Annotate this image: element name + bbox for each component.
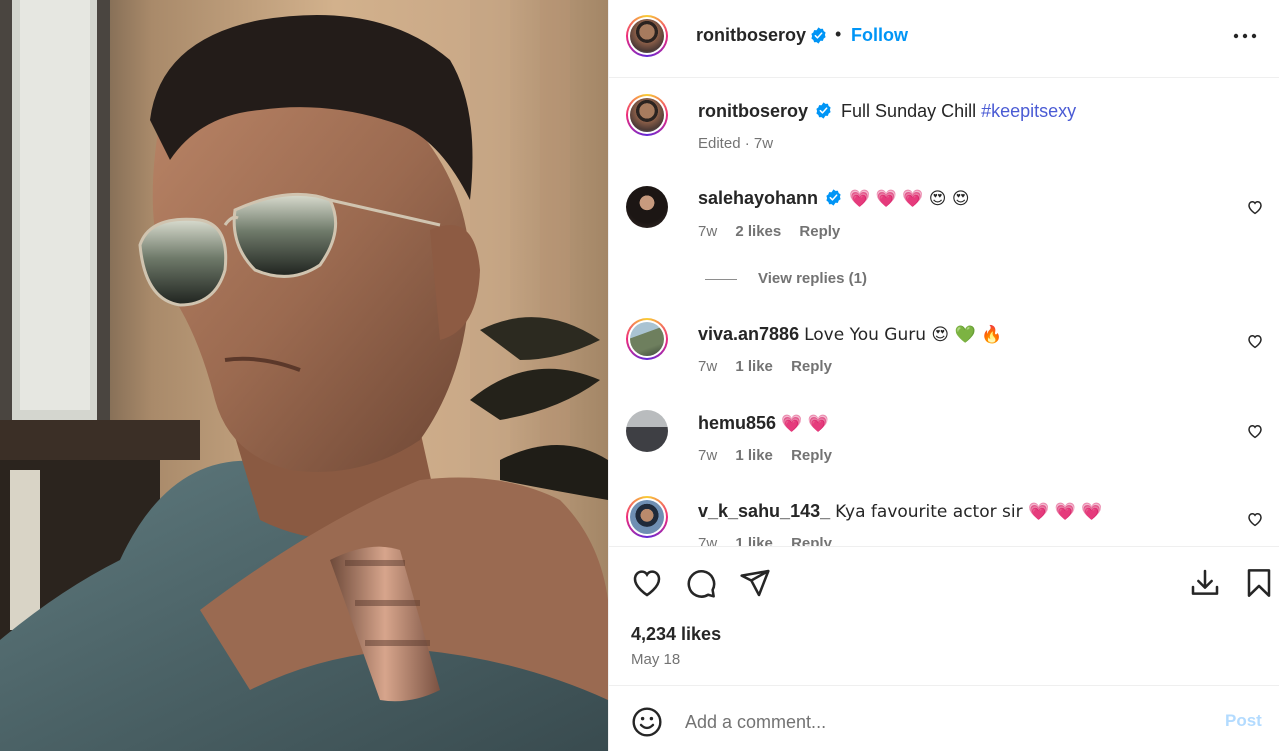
comment-text: v_k_sahu_143_ Kya favourite actor sir 💗 … <box>698 500 1102 523</box>
comment-avatar[interactable] <box>626 318 668 360</box>
comment-icon[interactable] <box>685 567 717 599</box>
comment-text: hemu856 💗 💗 <box>698 412 829 435</box>
caption-meta: Edited · 7w <box>698 135 774 152</box>
post-actions: 4,234 likes May 18 <box>609 546 1279 686</box>
caption-text: ronitboseroy Full Sunday Chill #keepitse… <box>698 100 1076 122</box>
post-header: ronitboseroy • Follow <box>609 0 1279 78</box>
caption-body: Full Sunday Chill <box>841 101 977 121</box>
view-replies-button[interactable]: View replies (1) <box>758 270 867 287</box>
likes-count[interactable]: 4,234 likes <box>631 624 721 645</box>
comment-avatar[interactable] <box>626 496 668 538</box>
comment-body: 💗 💗 💗 😍 😍 <box>849 189 970 209</box>
caption-username[interactable]: ronitboseroy <box>698 101 808 121</box>
reply-button[interactable]: Reply <box>791 447 832 464</box>
reply-button[interactable]: Reply <box>791 358 832 375</box>
comment-meta: 7w 1 like Reply <box>698 447 846 464</box>
follow-button[interactable]: Follow <box>851 25 908 46</box>
comment-likes[interactable]: 1 like <box>735 447 773 464</box>
author-avatar[interactable] <box>626 15 668 57</box>
caption-hashtag[interactable]: #keepitsexy <box>981 101 1076 121</box>
verified-icon <box>826 189 841 206</box>
comment-time: 7w <box>698 447 718 464</box>
comment-text: salehayohann 💗 💗 💗 😍 😍 <box>698 187 970 210</box>
post-button[interactable]: Post <box>1225 711 1262 731</box>
emoji-icon[interactable] <box>631 706 663 738</box>
comment-input[interactable] <box>685 709 1205 735</box>
reply-button[interactable]: Reply <box>799 223 840 240</box>
view-replies-line <box>705 279 737 280</box>
post-photo[interactable] <box>0 0 608 751</box>
comment-username[interactable]: hemu856 <box>698 413 776 433</box>
verified-icon <box>811 27 826 44</box>
comment-time: 7w <box>698 535 718 546</box>
post-panel: ronitboseroy • Follow ronitboseroy Full … <box>608 0 1279 751</box>
caption-avatar[interactable] <box>626 94 668 136</box>
comment-username[interactable]: viva.an7886 <box>698 324 799 344</box>
post-date[interactable]: May 18 <box>631 651 680 668</box>
comment-avatar[interactable] <box>626 186 668 228</box>
comment-heart-icon[interactable] <box>1246 332 1264 350</box>
comment-meta: 7w 1 like Reply <box>698 535 846 546</box>
post-photo-art <box>0 0 608 751</box>
bookmark-icon[interactable] <box>1243 567 1275 599</box>
comment-username[interactable]: v_k_sahu_143_ <box>698 501 830 521</box>
add-comment-bar: Post <box>609 687 1279 751</box>
comment-likes[interactable]: 1 like <box>735 535 773 546</box>
comment-meta: 7w 1 like Reply <box>698 358 846 375</box>
comment-time: 7w <box>698 358 718 375</box>
comment-avatar[interactable] <box>626 410 668 452</box>
comment-body: Love You Guru 😍 💚 🔥 <box>804 325 1003 345</box>
comment-heart-icon[interactable] <box>1246 198 1264 216</box>
download-icon[interactable] <box>1189 567 1221 599</box>
comment-time: 7w <box>698 223 718 240</box>
comment-meta: 7w 2 likes Reply <box>698 223 854 240</box>
comment-likes[interactable]: 2 likes <box>735 223 781 240</box>
comments-list[interactable]: ronitboseroy Full Sunday Chill #keepitse… <box>609 78 1279 546</box>
reply-button[interactable]: Reply <box>791 535 832 546</box>
comment-text: viva.an7886 Love You Guru 😍 💚 🔥 <box>698 323 1002 346</box>
comment-heart-icon[interactable] <box>1246 422 1264 440</box>
comment-body: 💗 💗 <box>781 414 829 434</box>
comment-likes[interactable]: 1 like <box>735 358 773 375</box>
comment-heart-icon[interactable] <box>1246 510 1264 528</box>
comment-body: Kya favourite actor sir 💗 💗 💗 <box>835 502 1103 522</box>
author-username[interactable]: ronitboseroy <box>696 25 806 46</box>
share-icon[interactable] <box>739 567 771 599</box>
verified-icon <box>816 102 831 119</box>
like-heart-icon[interactable] <box>631 567 663 599</box>
comment-username[interactable]: salehayohann <box>698 188 818 208</box>
header-separator: • <box>835 24 842 44</box>
more-icon[interactable] <box>1233 26 1257 46</box>
